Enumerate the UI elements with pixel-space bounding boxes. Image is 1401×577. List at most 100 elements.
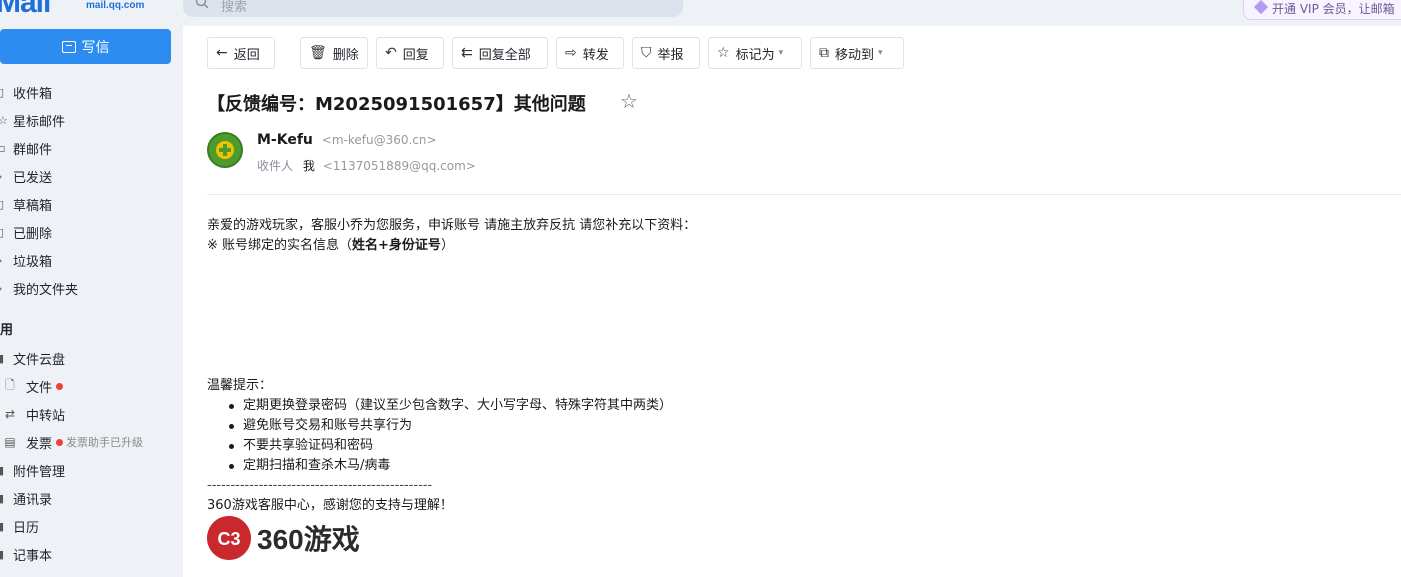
list-item: 不要共享验证码和密码 [229, 436, 672, 456]
sidebar-item-group-mail[interactable]: ▫ 群邮件 [0, 136, 52, 160]
recipient-label: 收件人 [257, 159, 294, 173]
sidebar-item-calendar[interactable]: ▮ 日历 [0, 514, 39, 538]
mail-reader: ← 返回 🗑 删除 ↶ 回复 ⇇ 回复全部 ⇨ 转发 ⛉ 举报 ☆ 标记为 ▾ … [183, 26, 1401, 577]
mail-logo-domain: mail.qq.com [86, 0, 145, 11]
report-button[interactable]: ⛉ 举报 [632, 37, 700, 69]
star-toggle-icon[interactable]: ☆ [620, 89, 638, 113]
sidebar-item-cloud-drive[interactable]: ▮ 文件云盘 [0, 346, 65, 370]
sidebar-item-label: 我的文件夹 [13, 282, 79, 298]
sidebar-item-my-folders[interactable]: › 我的文件夹 [0, 276, 78, 300]
move-to-label: 移动到 [835, 47, 875, 63]
sidebar-item-invoice[interactable]: ▤ 发票 发票助手已升级 [0, 430, 143, 454]
list-item: 避免账号交易和账号共享行为 [229, 416, 672, 436]
chevron-down-icon: ▾ [778, 48, 784, 58]
list-item: 定期扫描和查杀木马/病毒 [229, 456, 672, 476]
calendar-icon: ▮ [0, 519, 5, 533]
sidebar-item-label: 发票 [26, 436, 53, 452]
brand-wordmark: 360游戏 [257, 524, 360, 555]
search-input[interactable]: 搜索 [183, 0, 683, 17]
reply-icon: ↶ [385, 45, 397, 61]
sidebar-item-contacts[interactable]: ▮ 通讯录 [0, 486, 52, 510]
list-item: 定期更换登录密码（建议至少包含数字、大小写字母、特殊字符其中两类） [229, 396, 672, 416]
sidebar-item-label: 已发送 [13, 170, 53, 186]
group-mail-icon: ▫ [0, 141, 6, 155]
sidebar-item-label: 收件箱 [13, 86, 53, 102]
sidebar-item-spam[interactable]: › 垃圾箱 [0, 248, 52, 272]
star-icon: ☆ [717, 45, 730, 61]
inbox-icon: ▯ [0, 85, 5, 99]
forward-icon: ⇨ [565, 45, 577, 61]
star-icon: ☆ [0, 113, 8, 127]
back-button[interactable]: ← 返回 [207, 37, 275, 69]
brand-logo-icon: C3 [207, 516, 251, 560]
reply-all-icon: ⇇ [461, 45, 473, 61]
notification-dot [56, 438, 64, 446]
sent-icon: › [0, 170, 8, 183]
sidebar-item-sent[interactable]: › 已发送 [0, 164, 52, 188]
sender-avatar[interactable] [207, 132, 243, 168]
separator-line: ----------------------------------------… [207, 478, 433, 493]
svg-text:C3: C3 [217, 529, 240, 549]
sidebar-item-inbox[interactable]: ▯ 收件箱 [0, 80, 52, 104]
email-subject: 【反馈编号：M2025091501657】其他问题 [207, 94, 586, 115]
compose-button[interactable]: 写信 [0, 29, 171, 64]
notification-dot [56, 382, 64, 390]
sidebar: 写信 ▯ 收件箱 ☆ 星标邮件 ▫ 群邮件 › 已发送 ▯ 草稿箱 ▯ 已删除 … [0, 26, 183, 577]
trash-icon: 🗑 [309, 45, 327, 61]
apps-section-title: 用 [0, 316, 13, 340]
sidebar-item-label: 星标邮件 [13, 114, 66, 130]
diamond-icon [1253, 0, 1269, 15]
body-line-2-bold: 姓名+身份证号 [352, 238, 441, 253]
sidebar-item-transfer[interactable]: ⇄ 中转站 [0, 402, 65, 426]
report-label: 举报 [657, 47, 684, 63]
body-line-2-prefix: ※ 账号绑定的实名信息（ [207, 238, 353, 253]
sidebar-item-label: 日历 [13, 520, 40, 536]
reply-button[interactable]: ↶ 回复 [376, 37, 444, 69]
sidebar-item-notebook[interactable]: ▮ 记事本 [0, 542, 52, 566]
delete-button[interactable]: 🗑 删除 [300, 37, 368, 69]
trash-icon: ▯ [0, 225, 5, 239]
sidebar-item-attachments[interactable]: ▮ 附件管理 [0, 458, 65, 482]
notebook-icon: ▮ [0, 547, 5, 561]
sidebar-item-label: 已删除 [13, 226, 53, 242]
chevron-down-icon: ▾ [878, 48, 883, 58]
delete-label: 删除 [332, 47, 359, 63]
compose-icon [61, 40, 76, 53]
search-icon [195, 0, 209, 9]
invoice-upgrade-note: 发票助手已升级 [66, 436, 144, 449]
sidebar-item-starred[interactable]: ☆ 星标邮件 [0, 108, 65, 132]
recipient-address[interactable]: <1137051889@qq.com> [323, 159, 476, 173]
contacts-icon: ▮ [0, 491, 5, 505]
recipient-line: 收件人 我 <1137051889@qq.com> [257, 157, 476, 174]
top-bar: Mail mail.qq.com 搜索 开通 VIP 会员，让邮箱 [0, 0, 1401, 26]
mail-logo[interactable]: Mail [0, 0, 51, 20]
vip-banner[interactable]: 开通 VIP 会员，让邮箱 [1243, 0, 1401, 20]
sidebar-item-label: 文件云盘 [13, 352, 66, 368]
sidebar-item-drafts[interactable]: ▯ 草稿箱 [0, 192, 52, 216]
attachment-icon: ▮ [0, 463, 5, 477]
sender-address[interactable]: <m-kefu@360.cn> [322, 133, 437, 147]
forward-button[interactable]: ⇨ 转发 [556, 37, 624, 69]
sender-name[interactable]: M-Kefu [257, 132, 313, 148]
reply-label: 回复 [402, 47, 429, 63]
body-line-1: 亲爱的游戏玩家，客服小乔为您服务，申诉账号 请施主放弃反抗 请您补充以下资料： [207, 218, 697, 233]
apps-section-label: 用 [0, 322, 14, 338]
sidebar-item-deleted[interactable]: ▯ 已删除 [0, 220, 52, 244]
invoice-icon: ▤ [4, 435, 16, 449]
transfer-icon: ⇄ [4, 407, 16, 421]
spam-icon: › [0, 254, 8, 267]
sidebar-item-label: 草稿箱 [13, 198, 53, 214]
sidebar-item-label: 通讯录 [13, 492, 53, 508]
draft-icon: ▯ [0, 197, 5, 211]
reply-all-label: 回复全部 [478, 47, 531, 63]
mark-as-dropdown[interactable]: ☆ 标记为 ▾ [708, 37, 802, 69]
sidebar-item-files[interactable]: 🗋 文件 [0, 374, 64, 398]
sidebar-item-label: 垃圾箱 [13, 254, 53, 270]
tips-list: 定期更换登录密码（建议至少包含数字、大小写字母、特殊字符其中两类） 避免账号交易… [229, 396, 672, 476]
sender-line: M-Kefu <m-kefu@360.cn> [257, 132, 437, 148]
move-to-dropdown[interactable]: ⧉ 移动到 ▾ [810, 37, 904, 69]
recipient-name[interactable]: 我 [303, 159, 315, 173]
folder-move-icon: ⧉ [819, 45, 829, 61]
reply-all-button[interactable]: ⇇ 回复全部 [452, 37, 548, 69]
sidebar-item-label: 记事本 [13, 548, 53, 564]
